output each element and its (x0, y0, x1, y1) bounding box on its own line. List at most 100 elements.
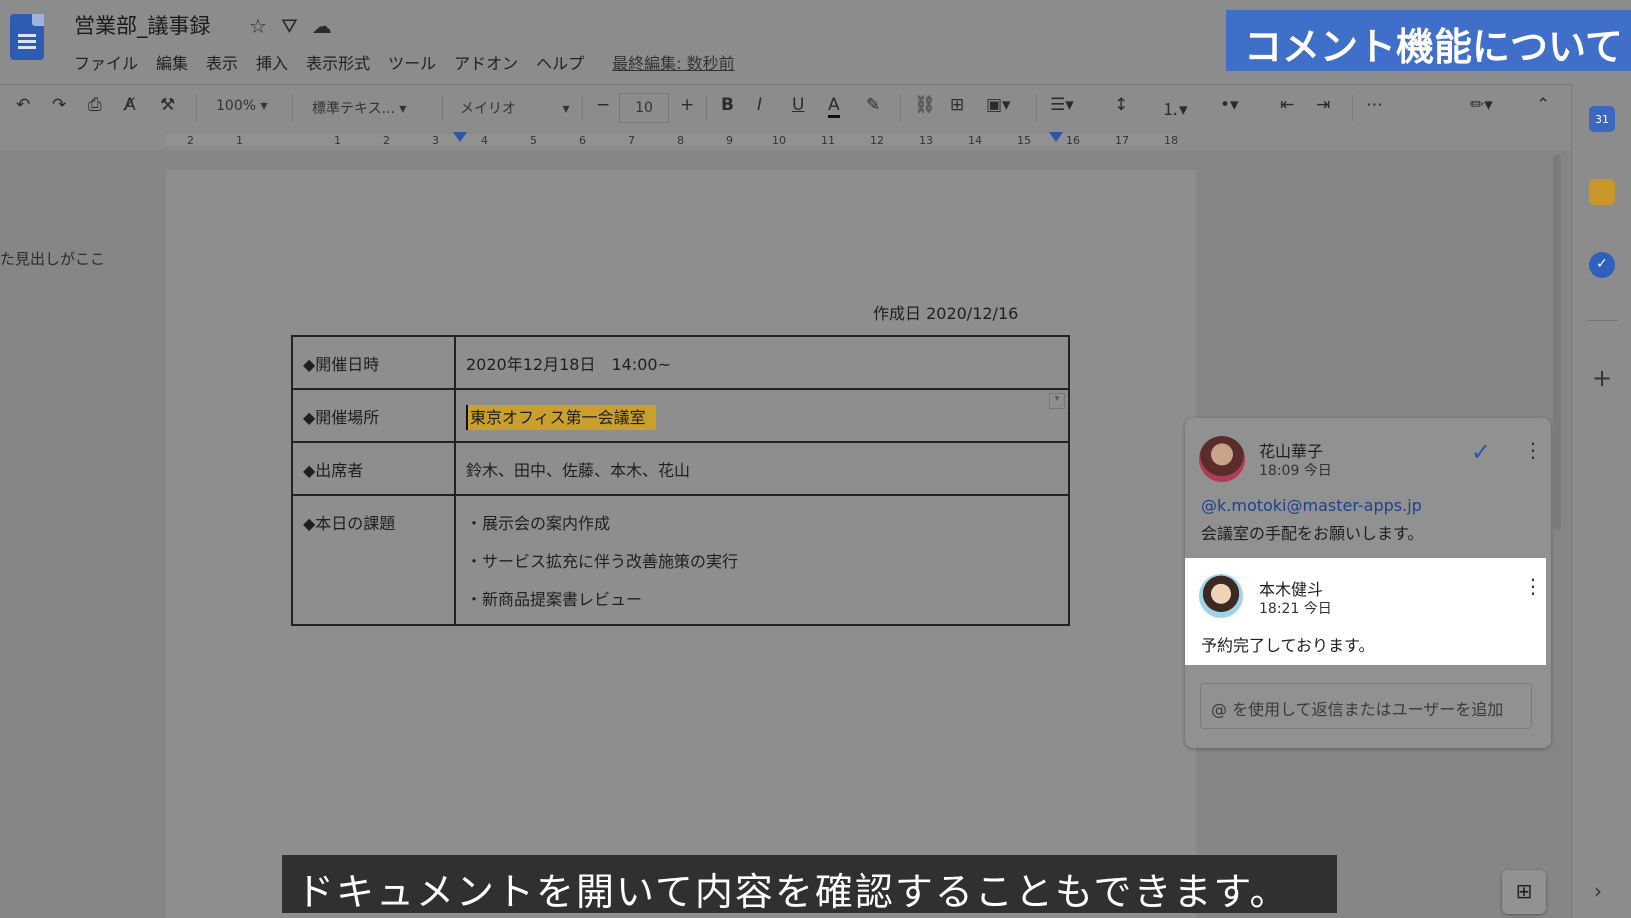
caption-banner: コメント機能について (1226, 10, 1631, 71)
ruler-number: 17 (1115, 134, 1129, 147)
last-edit-link[interactable]: 最終編集: 数秒前 (612, 50, 734, 74)
decrease-indent-icon[interactable]: ⇤ (1280, 95, 1294, 115)
add-comment-icon[interactable]: ⊞ (950, 95, 964, 115)
docs-logo-icon[interactable] (10, 14, 44, 60)
avatar (1199, 436, 1245, 482)
tasks-icon[interactable]: ✓ (1589, 252, 1615, 278)
line-spacing-icon[interactable]: ↕ (1114, 95, 1128, 115)
paint-format-icon[interactable]: ⚒ (160, 95, 175, 115)
comment-mention[interactable]: @k.motoki@master-apps.jp (1201, 496, 1422, 515)
menu-help[interactable]: ヘルプ (536, 50, 584, 74)
comment-text: 会議室の手配をお願いします。 (1201, 524, 1424, 543)
cell-options-icon[interactable]: ▾ (1049, 393, 1065, 409)
ruler-number: 18 (1164, 134, 1178, 147)
right-indent-marker[interactable] (1049, 132, 1063, 142)
menu-insert[interactable]: 挿入 (256, 50, 288, 74)
comment-author: 本木健斗 (1259, 580, 1324, 599)
ruler-number: 5 (530, 134, 537, 147)
style-select[interactable]: 標準テキス... ▾ (312, 98, 406, 118)
table-value-cell[interactable]: ・展示会の案内作成 ・サービス拡充に伴う改善施策の実行 ・新商品提案書レビュー (454, 494, 1070, 626)
table-label-cell[interactable]: ◆出席者 (291, 441, 456, 496)
meeting-table: ◆開催日時 2020年12月18日 14:00~ ◆開催場所 東京オフィス第一会… (291, 335, 1070, 626)
text-color-icon[interactable]: A (828, 95, 840, 118)
menu-tools[interactable]: ツール (388, 50, 436, 74)
more-vert-icon[interactable]: ⋮ (1523, 574, 1543, 598)
collapse-menu-icon[interactable]: ⌃ (1536, 95, 1550, 115)
ruler-number: 3 (432, 134, 439, 147)
keep-icon[interactable] (1589, 179, 1615, 205)
font-size-increase-button[interactable]: + (680, 95, 694, 115)
menu-file[interactable]: ファイル (74, 50, 138, 74)
toolbar-divider (1036, 95, 1037, 121)
chevron-right-icon[interactable]: › (1594, 879, 1602, 903)
ruler-number: 2 (383, 134, 390, 147)
side-panel-divider (1586, 320, 1618, 321)
table-value-cell[interactable]: 2020年12月18日 14:00~ (454, 335, 1070, 390)
video-subtitle: ドキュメントを開いて内容を確認することもできます。 (282, 855, 1337, 914)
ruler-number: 1 (236, 134, 243, 147)
document-title[interactable]: 営業部_議事録 (74, 10, 211, 40)
ruler-number: 8 (677, 134, 684, 147)
created-date: 作成日 2020/12/16 (873, 304, 1019, 323)
insert-link-icon[interactable]: ⛓ (914, 95, 936, 115)
ruler-number: 10 (772, 134, 786, 147)
toolbar: ↶ ↷ ⎙ A̸ ⚒ 100% ▾ 標準テキス... ▾ メイリオ ▾ − 10… (0, 84, 1571, 130)
insert-image-icon[interactable]: ▣▾ (986, 95, 1011, 115)
left-indent-marker[interactable] (453, 132, 467, 142)
spellcheck-icon[interactable]: A̸ (124, 95, 136, 115)
numbered-list-icon[interactable]: ⒈▾ (1162, 95, 1188, 120)
document-outline-text[interactable]: た見出しがここ (0, 248, 105, 269)
menu-edit[interactable]: 編集 (156, 50, 188, 74)
ruler-number: 12 (870, 134, 884, 147)
font-size-input[interactable]: 10 (619, 93, 669, 123)
ruler-number: 2 (187, 134, 194, 147)
toolbar-divider (1352, 95, 1353, 121)
bold-icon[interactable]: B (721, 95, 734, 115)
vertical-scrollbar[interactable] (1553, 155, 1561, 530)
italic-icon[interactable]: I (757, 95, 762, 115)
table-label-cell[interactable]: ◆開催日時 (291, 335, 456, 390)
ruler-number: 9 (726, 134, 733, 147)
menu-format[interactable]: 表示形式 (306, 50, 370, 74)
table-row: ◆開催日時 2020年12月18日 14:00~ (291, 335, 1070, 390)
print-icon[interactable]: ⎙ (88, 95, 102, 115)
ruler-number: 1 (334, 134, 341, 147)
add-addon-icon[interactable]: + (1592, 364, 1612, 392)
zoom-select[interactable]: 100% ▾ (216, 98, 268, 114)
star-icon[interactable]: ☆ (249, 14, 267, 38)
editing-mode-icon[interactable]: ✏▾ (1470, 95, 1493, 115)
table-value-cell[interactable]: 東京オフィス第一会議室 (454, 388, 1070, 443)
ruler-number: 11 (821, 134, 835, 147)
menu-view[interactable]: 表示 (206, 50, 238, 74)
table-value-cell[interactable]: 鈴木、田中、佐藤、本木、花山 (454, 441, 1070, 496)
calendar-icon[interactable]: 31 (1589, 106, 1615, 132)
ruler[interactable]: 2 1 1 2 3 4 5 6 7 8 9 10 11 12 13 14 15 … (0, 130, 1571, 150)
align-icon[interactable]: ☰▾ (1050, 95, 1074, 115)
toolbar-divider (196, 95, 197, 121)
menu-bar: ファイル 編集 表示 挿入 表示形式 ツール アドオン ヘルプ 最終編集: 数秒… (74, 50, 753, 74)
more-options-icon[interactable]: ⋯ (1366, 95, 1383, 115)
comment-author: 花山華子 (1259, 442, 1324, 461)
comment-time: 18:21 今日 (1259, 601, 1332, 617)
table-label-cell[interactable]: ◆開催場所 (291, 388, 456, 443)
redo-icon[interactable]: ↷ (52, 95, 66, 115)
agenda-item: ・新商品提案書レビュー (466, 590, 643, 609)
reply-input[interactable]: @ を使用して返信またはユーザーを追加 (1200, 683, 1532, 729)
highlighted-text[interactable]: 東京オフィス第一会議室 (466, 404, 656, 430)
menu-addons[interactable]: アドオン (454, 50, 518, 74)
underline-icon[interactable]: U (792, 95, 804, 115)
reply-comment[interactable]: 本木健斗 18:21 今日 ⋮ 予約完了しております。 (1185, 558, 1546, 665)
highlight-color-icon[interactable]: ✎ (866, 95, 880, 115)
undo-icon[interactable]: ↶ (16, 95, 30, 115)
cloud-saved-icon[interactable]: ☁ (312, 14, 332, 38)
resolve-check-icon[interactable]: ✓ (1471, 438, 1491, 466)
title-icons: ☆ ⛛ ☁ (249, 14, 332, 38)
font-select[interactable]: メイリオ ▾ (460, 98, 569, 118)
add-comment-button[interactable]: ⊞ (1502, 870, 1546, 914)
move-to-drive-icon[interactable]: ⛛ (281, 14, 298, 38)
increase-indent-icon[interactable]: ⇥ (1316, 95, 1330, 115)
bulleted-list-icon[interactable]: •▾ (1220, 95, 1239, 115)
table-label-cell[interactable]: ◆本日の課題 (291, 494, 456, 626)
more-vert-icon[interactable]: ⋮ (1523, 438, 1543, 462)
font-size-decrease-button[interactable]: − (596, 95, 610, 115)
